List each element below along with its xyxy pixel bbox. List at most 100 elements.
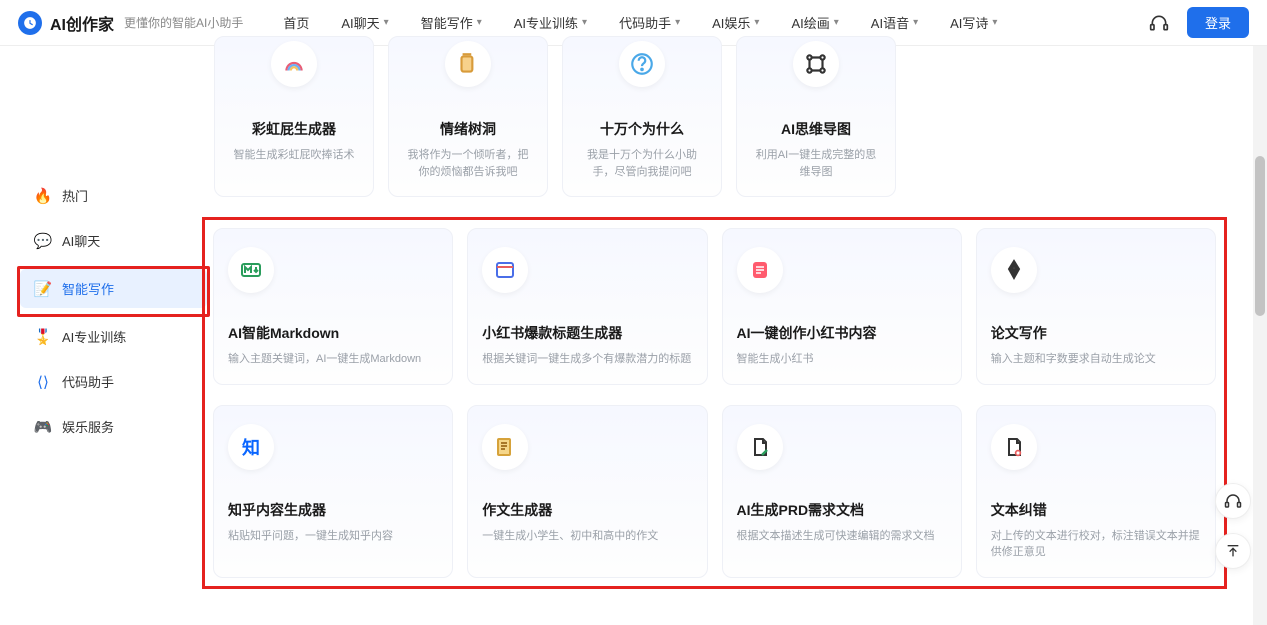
fire-icon: 🔥: [34, 187, 52, 205]
nav-ai-entertain[interactable]: AI娱乐▾: [712, 13, 759, 32]
card-desc: 智能生成彩虹屁吹捧话术: [234, 147, 355, 164]
chevron-down-icon: ▾: [384, 17, 389, 28]
card-markdown[interactable]: AI智能Markdown 输入主题关键词，AI一键生成Markdown: [213, 228, 453, 385]
app-name: AI创作家: [50, 11, 114, 35]
scrollbar-track[interactable]: [1253, 46, 1267, 625]
chevron-down-icon: ▾: [477, 17, 482, 28]
top-card-row: 彩虹屁生成器 智能生成彩虹屁吹捧话术 情绪树洞 我将作为一个倾听者，把你的烦恼都…: [210, 36, 1267, 197]
grid-row: AI智能Markdown 输入主题关键词，AI一键生成Markdown 小红书爆…: [213, 228, 1216, 385]
badge-icon: 🎖️: [34, 328, 52, 346]
writing-grid: AI智能Markdown 输入主题关键词，AI一键生成Markdown 小红书爆…: [202, 217, 1227, 589]
mindmap-icon: [793, 41, 839, 87]
top-nav: 首页 AI聊天▾ 智能写作▾ AI专业训练▾ 代码助手▾ AI娱乐▾ AI绘画▾…: [283, 13, 1149, 32]
cup-icon: [445, 41, 491, 87]
card-desc: 一键生成小学生、初中和高中的作文: [482, 528, 658, 545]
nav-code-helper[interactable]: 代码助手▾: [619, 13, 680, 32]
card-thesis[interactable]: 论文写作 输入主题和字数要求自动生成论文: [976, 228, 1216, 385]
card-title: 知乎内容生成器: [228, 500, 326, 520]
card-zhihu[interactable]: 知 知乎内容生成器 粘贴知乎问题，一键生成知乎内容: [213, 405, 453, 578]
content: 🔥 热门 💬AI聊天 📝 智能写作 🎖️ AI专业训练 ⟨⟩ 代码助手 🎮娱乐服务 彩虹…: [0, 46, 1267, 625]
main: 彩虹屁生成器 智能生成彩虹屁吹捧话术 情绪树洞 我将作为一个倾听者，把你的烦恼都…: [210, 46, 1267, 625]
card-desc: 智能生成小红书: [737, 351, 814, 368]
card-desc: 利用AI一键生成完整的思维导图: [751, 147, 881, 180]
logo[interactable]: AI创作家: [18, 11, 114, 35]
file-error-icon: [991, 424, 1037, 470]
nav-ai-poem[interactable]: AI写诗▾: [950, 13, 997, 32]
nav-smart-write[interactable]: 智能写作▾: [421, 13, 482, 32]
card-title: AI生成PRD需求文档: [737, 500, 865, 520]
card-desc: 输入主题关键词，AI一键生成Markdown: [228, 351, 421, 368]
sidebar-item-entertain[interactable]: 🎮娱乐服务: [20, 407, 180, 446]
browser-icon: [482, 247, 528, 293]
scrollbar-thumb[interactable]: [1255, 156, 1265, 316]
back-to-top-button[interactable]: [1215, 533, 1251, 569]
card-xhs-title[interactable]: 小红书爆款标题生成器 根据关键词一键生成多个有爆款潜力的标题: [467, 228, 707, 385]
nav-ai-voice[interactable]: AI语音▾: [871, 13, 918, 32]
card-desc: 输入主题和字数要求自动生成论文: [991, 351, 1156, 368]
nav-ai-chat[interactable]: AI聊天▾: [341, 13, 388, 32]
card-title: 文本纠错: [991, 500, 1047, 520]
chevron-down-icon: ▾: [913, 17, 918, 28]
sidebar: 🔥 热门 💬AI聊天 📝 智能写作 🎖️ AI专业训练 ⟨⟩ 代码助手 🎮娱乐服务: [0, 46, 210, 625]
card-correct[interactable]: 文本纠错 对上传的文本进行校对，标注错误文本并提供修正意见: [976, 405, 1216, 578]
support-float-button[interactable]: [1215, 483, 1251, 519]
sidebar-item-training[interactable]: 🎖️ AI专业训练: [20, 317, 180, 356]
chevron-down-icon: ▾: [675, 17, 680, 28]
grid-row: 知 知乎内容生成器 粘贴知乎问题，一键生成知乎内容 作文生成器 一键生成小学生、…: [213, 405, 1216, 578]
card-desc: 对上传的文本进行校对，标注错误文本并提供修正意见: [991, 528, 1201, 561]
sidebar-item-chat[interactable]: 💬AI聊天: [20, 221, 180, 260]
pen-icon: [991, 247, 1037, 293]
nav-ai-training[interactable]: AI专业训练▾: [514, 13, 587, 32]
header-right: 登录: [1149, 7, 1249, 38]
card-title: 十万个为什么: [600, 119, 684, 139]
card-title: AI一键创作小红书内容: [737, 323, 877, 343]
markdown-icon: [228, 247, 274, 293]
support-icon[interactable]: [1149, 13, 1169, 33]
card-title: 论文写作: [991, 323, 1047, 343]
chevron-down-icon: ▾: [992, 17, 997, 28]
card-desc: 我将作为一个倾听者，把你的烦恼都告诉我吧: [403, 147, 533, 180]
card-essay[interactable]: 作文生成器 一键生成小学生、初中和高中的作文: [467, 405, 707, 578]
card-emotion[interactable]: 情绪树洞 我将作为一个倾听者，把你的烦恼都告诉我吧: [388, 36, 548, 197]
question-icon: [619, 41, 665, 87]
card-title: 作文生成器: [482, 500, 552, 520]
essay-icon: [482, 424, 528, 470]
game-icon: 🎮: [34, 418, 52, 436]
zhihu-icon: 知: [228, 424, 274, 470]
card-desc: 我是十万个为什么小助手，尽管向我提问吧: [577, 147, 707, 180]
slogan: 更懂你的智能AI小助手: [124, 14, 243, 31]
card-rainbow[interactable]: 彩虹屁生成器 智能生成彩虹屁吹捧话术: [214, 36, 374, 197]
sidebar-item-label: AI专业训练: [62, 327, 126, 346]
sidebar-item-write[interactable]: 📝 智能写作: [20, 269, 207, 308]
card-desc: 根据文本描述生成可快速编辑的需求文档: [737, 528, 935, 545]
logo-icon: [18, 11, 42, 35]
card-mindmap[interactable]: AI思维导图 利用AI一键生成完整的思维导图: [736, 36, 896, 197]
card-desc: 粘贴知乎问题，一键生成知乎内容: [228, 528, 393, 545]
nav-ai-draw[interactable]: AI绘画▾: [791, 13, 838, 32]
card-title: 彩虹屁生成器: [252, 119, 336, 139]
chevron-down-icon: ▾: [582, 17, 587, 28]
card-title: 小红书爆款标题生成器: [482, 323, 622, 343]
card-desc: 根据关键词一键生成多个有爆款潜力的标题: [482, 351, 691, 368]
chevron-down-icon: ▾: [754, 17, 759, 28]
file-edit-icon: [737, 424, 783, 470]
note-icon: [737, 247, 783, 293]
card-why[interactable]: 十万个为什么 我是十万个为什么小助手，尽管向我提问吧: [562, 36, 722, 197]
card-xhs-content[interactable]: AI一键创作小红书内容 智能生成小红书: [722, 228, 962, 385]
nav-home[interactable]: 首页: [283, 13, 309, 32]
sidebar-item-label: 热门: [62, 186, 88, 205]
float-actions: [1215, 483, 1251, 569]
card-prd[interactable]: AI生成PRD需求文档 根据文本描述生成可快速编辑的需求文档: [722, 405, 962, 578]
card-title: AI智能Markdown: [228, 323, 339, 343]
sidebar-item-label: 智能写作: [62, 279, 114, 298]
sidebar-item-code[interactable]: ⟨⟩ 代码助手: [20, 362, 180, 401]
doc-icon: 📝: [34, 280, 52, 298]
card-title: 情绪树洞: [440, 119, 496, 139]
sidebar-item-label: AI聊天: [62, 231, 100, 250]
code-icon: ⟨⟩: [34, 373, 52, 391]
login-button[interactable]: 登录: [1187, 7, 1249, 38]
sidebar-item-label: 代码助手: [62, 372, 114, 391]
sidebar-item-hot[interactable]: 🔥 热门: [20, 176, 180, 215]
card-title: AI思维导图: [781, 119, 851, 139]
chevron-down-icon: ▾: [834, 17, 839, 28]
